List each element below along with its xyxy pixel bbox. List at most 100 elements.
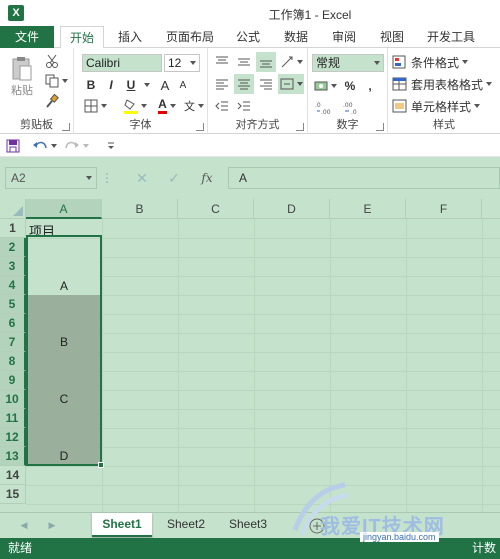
decrease-decimal-button[interactable]: .00.0 (340, 98, 364, 118)
format-as-table-button[interactable]: 套用表格格式 (392, 74, 498, 94)
row-header-10[interactable]: 10 (0, 390, 26, 409)
formula-input[interactable]: A (228, 167, 500, 189)
save-icon (6, 139, 20, 153)
underline-dropdown[interactable] (140, 76, 150, 94)
tab-data[interactable]: 数据 (276, 26, 316, 48)
undo-button[interactable] (30, 137, 58, 155)
percent-button[interactable]: % (342, 76, 358, 96)
worksheet-grid[interactable]: A B C D E F 1 2 3 4 5 6 7 8 9 10 11 12 1… (0, 199, 500, 512)
number-launcher-icon[interactable] (376, 123, 384, 131)
tab-file[interactable]: 文件 (0, 26, 54, 48)
row-header-2[interactable]: 2 (0, 238, 26, 257)
row-header-11[interactable]: 11 (0, 409, 26, 428)
column-header-c[interactable]: C (178, 199, 254, 219)
bold-button[interactable]: B (82, 76, 100, 94)
paint-bucket-icon (123, 99, 138, 114)
tab-page-layout[interactable]: 页面布局 (160, 26, 220, 48)
row-header-6[interactable]: 6 (0, 314, 26, 333)
row-header-5[interactable]: 5 (0, 295, 26, 314)
row-header-9[interactable]: 9 (0, 371, 26, 390)
redo-button[interactable] (62, 137, 90, 155)
row-header-13[interactable]: 13 (0, 447, 26, 466)
next-sheet-icon[interactable]: ▶ (46, 518, 58, 532)
select-all-corner[interactable] (0, 199, 26, 219)
enter-icon[interactable]: ✓ (164, 169, 184, 187)
font-color-button[interactable]: A (154, 96, 180, 116)
grid-line (102, 219, 103, 512)
font-launcher-icon[interactable] (196, 123, 204, 131)
watermark-url: jingyan.baidu.com (360, 532, 439, 542)
phonetic-button[interactable]: 文 (182, 96, 206, 116)
tab-developer[interactable]: 开发工具 (420, 26, 482, 48)
row-header-8[interactable]: 8 (0, 352, 26, 371)
align-bottom-button[interactable] (256, 52, 276, 72)
align-right-icon (260, 79, 272, 90)
underline-button[interactable]: U (122, 76, 140, 94)
align-center-button[interactable] (234, 74, 254, 94)
clipboard-launcher-icon[interactable] (62, 123, 70, 131)
cut-button[interactable] (42, 52, 62, 70)
align-right-button[interactable] (256, 74, 276, 94)
tab-formulas[interactable]: 公式 (228, 26, 268, 48)
increase-indent-button[interactable] (234, 96, 254, 116)
accounting-format-button[interactable] (312, 76, 338, 96)
align-middle-button[interactable] (234, 52, 254, 72)
italic-button[interactable]: I (102, 76, 120, 94)
quick-access-toolbar (0, 135, 500, 157)
fill-color-button[interactable] (122, 96, 148, 116)
sheet-tab-sheet1[interactable]: Sheet1 (92, 513, 152, 537)
cell-styles-button[interactable]: 单元格样式 (392, 96, 496, 116)
font-size-select[interactable]: 12 (164, 54, 186, 72)
copy-button[interactable] (42, 72, 70, 90)
format-painter-button[interactable] (42, 92, 62, 110)
save-button[interactable] (4, 137, 22, 155)
merge-center-button[interactable] (278, 74, 304, 94)
font-name-select[interactable]: Calibri (82, 54, 162, 72)
insert-function-button[interactable]: fx (196, 169, 218, 187)
decrease-indent-button[interactable] (212, 96, 232, 116)
borders-button[interactable] (82, 96, 108, 116)
row-header-1[interactable]: 1 (0, 219, 26, 238)
column-header-g[interactable] (482, 199, 500, 219)
column-header-f[interactable]: F (406, 199, 482, 219)
tab-view[interactable]: 视图 (372, 26, 412, 48)
grow-font-button[interactable]: A (156, 76, 174, 94)
customize-qat-button[interactable] (104, 137, 118, 155)
svg-text:.0: .0 (351, 109, 357, 115)
column-header-b[interactable]: B (102, 199, 178, 219)
prev-sheet-icon[interactable]: ◀ (18, 518, 30, 532)
row-header-12[interactable]: 12 (0, 428, 26, 447)
align-left-icon (216, 79, 228, 90)
column-header-e[interactable]: E (330, 199, 406, 219)
sheet-tab-sheet3[interactable]: Sheet3 (218, 513, 278, 537)
orientation-button[interactable] (278, 52, 304, 72)
font-size-dropdown[interactable] (186, 54, 200, 72)
shrink-font-button[interactable]: A (174, 76, 192, 94)
tab-home[interactable]: 开始 (60, 26, 104, 49)
row-header-4[interactable]: 4 (0, 276, 26, 295)
formula-bar-splitter-icon[interactable]: ⋮ (101, 171, 113, 185)
orientation-icon (281, 56, 292, 68)
fill-handle[interactable] (98, 462, 104, 468)
name-box-dropdown[interactable] (84, 171, 94, 185)
chevron-down-icon (108, 142, 114, 149)
number-format-select[interactable]: 常规 (312, 54, 384, 72)
column-header-d[interactable]: D (254, 199, 330, 219)
sheet-tab-sheet2[interactable]: Sheet2 (156, 513, 216, 537)
cancel-icon[interactable]: ✕ (132, 169, 152, 187)
comma-button[interactable]: , (362, 76, 378, 96)
row-header-7[interactable]: 7 (0, 333, 26, 352)
conditional-format-button[interactable]: 条件格式 (392, 52, 496, 72)
indent-icon (237, 101, 250, 111)
tab-insert[interactable]: 插入 (110, 26, 150, 48)
increase-decimal-button[interactable]: .0.00 (312, 98, 336, 118)
row-header-15[interactable]: 15 (0, 485, 26, 504)
tab-review[interactable]: 审阅 (324, 26, 364, 48)
column-header-a[interactable]: A (26, 199, 102, 219)
row-header-14[interactable]: 14 (0, 466, 26, 485)
row-header-3[interactable]: 3 (0, 257, 26, 276)
align-top-button[interactable] (212, 52, 232, 72)
alignment-launcher-icon[interactable] (296, 123, 304, 131)
align-left-button[interactable] (212, 74, 232, 94)
paste-button[interactable]: 粘贴 (6, 54, 38, 100)
